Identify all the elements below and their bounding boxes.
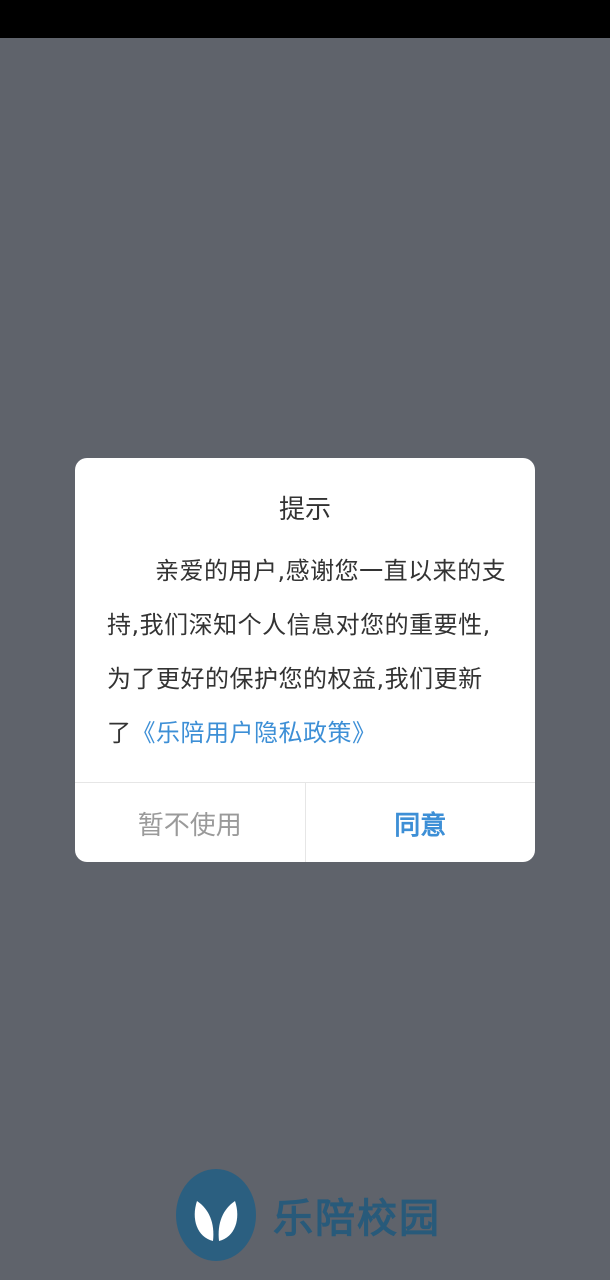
- leaf-logo-icon: [176, 1169, 256, 1261]
- brand-name: 乐陪校园: [273, 1196, 441, 1242]
- brand-footer: 乐陪校园: [175, 1165, 441, 1265]
- status-bar: [0, 0, 610, 38]
- privacy-dialog: 提示 亲爱的用户,感谢您一直以来的支持,我们深知个人信息对您的重要性,为了更好的…: [75, 458, 535, 862]
- dialog-message: 亲爱的用户,感谢您一直以来的支持,我们深知个人信息对您的重要性,为了更好的保护您…: [107, 544, 507, 760]
- privacy-policy-link[interactable]: 《乐陪用户隐私政策》: [132, 719, 377, 747]
- dialog-title: 提示: [278, 495, 331, 525]
- dialog-footer: 暂不使用 同意: [75, 782, 535, 862]
- agree-button[interactable]: 同意: [306, 783, 536, 862]
- not-now-button[interactable]: 暂不使用: [75, 783, 306, 862]
